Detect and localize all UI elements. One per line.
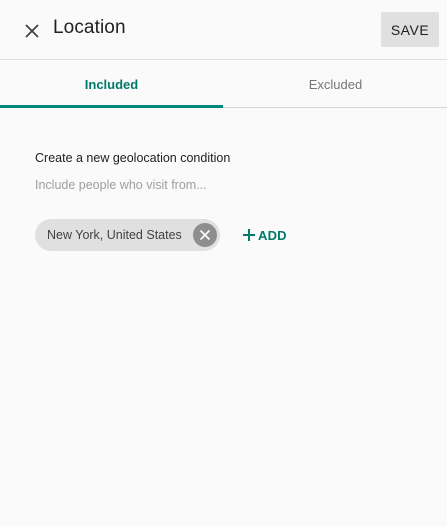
chip-remove-button[interactable] bbox=[193, 223, 217, 247]
tab-excluded[interactable]: Excluded bbox=[224, 60, 447, 108]
save-button[interactable]: SAVE bbox=[381, 12, 439, 47]
close-icon bbox=[25, 24, 39, 38]
add-location-button[interactable]: ADD bbox=[242, 224, 287, 246]
cancel-circle-icon bbox=[199, 229, 211, 241]
tab-included[interactable]: Included bbox=[0, 60, 223, 108]
dialog-header: Location SAVE bbox=[0, 0, 447, 60]
condition-subheading: Include people who visit from... bbox=[35, 178, 207, 192]
plus-icon bbox=[242, 228, 256, 242]
active-tab-indicator bbox=[0, 105, 223, 108]
page-title: Location bbox=[53, 17, 126, 38]
location-chip: New York, United States bbox=[35, 219, 220, 251]
condition-heading: Create a new geolocation condition bbox=[35, 151, 231, 165]
tab-bar: Included Excluded bbox=[0, 60, 447, 108]
close-button[interactable] bbox=[20, 19, 44, 43]
chip-label: New York, United States bbox=[47, 228, 182, 242]
add-label: ADD bbox=[258, 227, 287, 243]
